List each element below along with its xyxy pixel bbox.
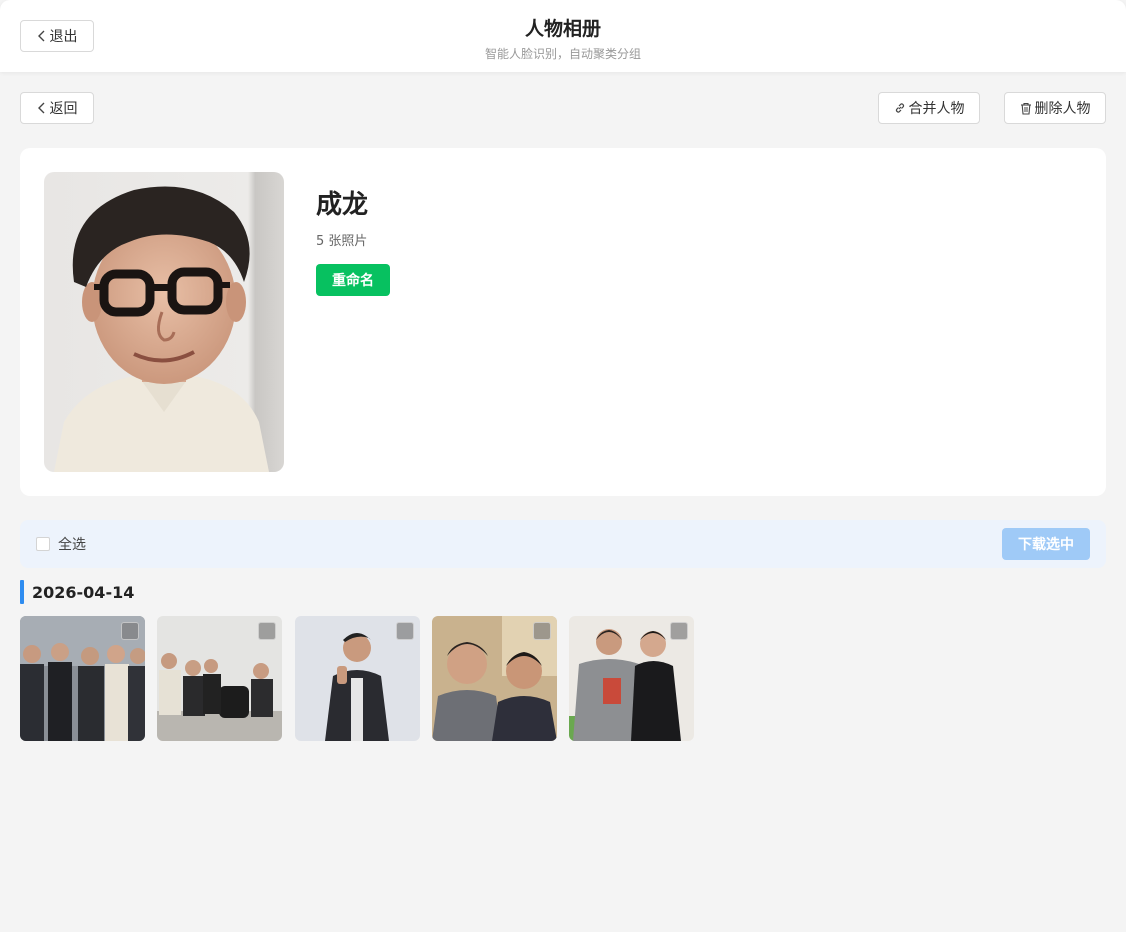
photo-thumbnail[interactable] <box>20 616 145 741</box>
link-icon <box>895 103 904 113</box>
page-title: 人物相册 <box>524 18 601 40</box>
person-info-card: 成龙 5 张照片 重命名 <box>20 148 1106 496</box>
select-all-toggle[interactable]: 全选 <box>36 520 86 568</box>
select-all-checkbox[interactable] <box>36 537 50 551</box>
back-button[interactable]: 返回 <box>20 92 94 124</box>
photo-select-checkbox[interactable] <box>396 622 414 640</box>
download-selected-button[interactable]: 下载选中 <box>1002 528 1090 560</box>
rename-button[interactable]: 重命名 <box>316 264 390 296</box>
date-marker <box>20 580 24 604</box>
photo-thumbnail[interactable] <box>569 616 694 741</box>
chevron-left-icon <box>37 102 44 114</box>
photo-thumbnail[interactable] <box>432 616 557 741</box>
header: 退出 人物相册 智能人脸识别，自动聚类分组 <box>0 0 1126 72</box>
page-subtitle: 智能人脸识别，自动聚类分组 <box>484 47 641 61</box>
photo-select-checkbox[interactable] <box>121 622 139 640</box>
select-all-label: 全选 <box>58 537 86 553</box>
date-label: 2026-04-14 <box>32 582 135 602</box>
delete-person-button[interactable]: 删除人物 <box>1004 92 1106 124</box>
person-album-app: 退出 人物相册 智能人脸识别，自动聚类分组 返回 合并人物 删除人物 成龙 5 … <box>0 0 1126 932</box>
photo-select-checkbox[interactable] <box>533 622 551 640</box>
photo-thumbnail[interactable] <box>157 616 282 741</box>
photo-thumbnail[interactable] <box>295 616 420 741</box>
photo-count: 5 张照片 <box>316 234 368 249</box>
trash-icon <box>1020 102 1031 115</box>
person-portrait <box>44 172 284 472</box>
selection-bar: 全选 下载选中 <box>20 520 1106 568</box>
merge-person-button[interactable]: 合并人物 <box>878 92 980 124</box>
date-group-header: 2026-04-14 <box>20 580 134 604</box>
photo-select-checkbox[interactable] <box>258 622 276 640</box>
person-name: 成龙 <box>316 190 369 220</box>
back-label: 返回 <box>49 101 78 117</box>
merge-label: 合并人物 <box>908 101 965 117</box>
photo-select-checkbox[interactable] <box>670 622 688 640</box>
delete-label: 删除人物 <box>1034 101 1091 117</box>
